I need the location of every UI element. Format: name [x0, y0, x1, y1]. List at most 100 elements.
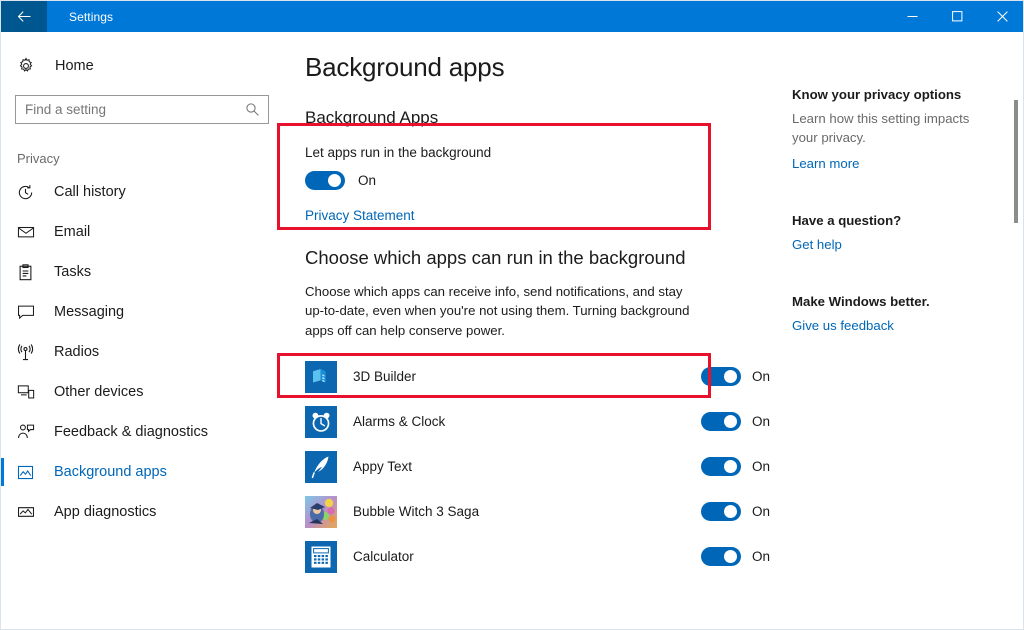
settings-window: Settings: [0, 0, 1024, 630]
toggle-knob: [328, 174, 341, 187]
sidebar-item-feedback-diagnostics[interactable]: Feedback & diagnostics: [1, 412, 291, 452]
minimize-button[interactable]: [890, 1, 935, 32]
sidebar-item-label: Radios: [54, 344, 99, 360]
app-name: Appy Text: [353, 459, 412, 474]
app-row-3d-builder[interactable]: 3D Builder On: [291, 354, 786, 399]
right-panel-body: Learn how this setting impacts your priv…: [792, 110, 987, 147]
sidebar-item-app-diagnostics[interactable]: App diagnostics: [1, 492, 291, 532]
window-title: Settings: [69, 10, 113, 24]
app-name: Bubble Witch 3 Saga: [353, 504, 479, 519]
right-panel-block-privacy: Know your privacy options Learn how this…: [792, 87, 1011, 173]
toggle-knob: [724, 370, 737, 383]
app-toggle-wrap: On: [701, 502, 774, 521]
sidebar-item-label: Other devices: [54, 384, 143, 400]
sidebar-item-label: Background apps: [54, 464, 167, 480]
right-panel-heading: Make Windows better.: [792, 294, 1011, 309]
app-name: Calculator: [353, 549, 414, 564]
sidebar-item-label: Call history: [54, 184, 126, 200]
app-name: 3D Builder: [353, 369, 416, 384]
sidebar-item-other-devices[interactable]: Other devices: [1, 372, 291, 412]
right-panel-block-question: Have a question? Get help: [792, 213, 1011, 254]
app-toggle-alarms-clock[interactable]: [701, 412, 741, 431]
search-box[interactable]: [15, 95, 269, 124]
app-toggle-state: On: [752, 459, 774, 474]
sidebar-category-label: Privacy: [17, 151, 291, 166]
let-apps-run-toggle-row: On: [305, 171, 786, 190]
right-panel-block-feedback: Make Windows better. Give us feedback: [792, 294, 1011, 335]
back-arrow-icon: [17, 9, 32, 24]
sidebar-item-label: Messaging: [54, 304, 124, 320]
sidebar-item-radios[interactable]: Radios: [1, 332, 291, 372]
gear-icon: [17, 57, 39, 75]
toggle-knob: [724, 415, 737, 428]
let-apps-run-label: Let apps run in the background: [305, 145, 786, 160]
app-name: Alarms & Clock: [353, 414, 445, 429]
maximize-icon: [952, 11, 963, 22]
sidebar-item-tasks[interactable]: Tasks: [1, 252, 291, 292]
sidebar-item-label: App diagnostics: [54, 504, 156, 520]
sidebar-item-email[interactable]: Email: [1, 212, 291, 252]
toggle-knob: [724, 505, 737, 518]
app-row-appy-text[interactable]: Appy Text On: [291, 444, 786, 489]
person-feedback-icon: [17, 422, 39, 442]
back-button[interactable]: [1, 1, 47, 32]
sidebar: Home Privacy: [1, 32, 291, 630]
choose-apps-description: Choose which apps can receive info, send…: [305, 282, 705, 340]
right-panel-heading: Have a question?: [792, 213, 1011, 228]
sidebar-item-background-apps[interactable]: Background apps: [1, 452, 291, 492]
app-row-alarms-clock[interactable]: Alarms & Clock On: [291, 399, 786, 444]
title-bar: Settings: [1, 1, 1024, 32]
app-toggle-state: On: [752, 414, 774, 429]
give-us-feedback-link[interactable]: Give us feedback: [792, 318, 894, 333]
background-apps-icon: [17, 462, 39, 482]
section-heading-choose-apps: Choose which apps can run in the backgro…: [305, 247, 786, 269]
app-row-bubble-witch-3-saga[interactable]: Bubble Witch 3 Saga On: [291, 489, 786, 534]
3d-builder-icon: [305, 361, 337, 393]
minimize-icon: [907, 11, 918, 22]
background-apps-list: 3D Builder On: [291, 354, 786, 579]
app-toggle-state: On: [752, 369, 774, 384]
sidebar-item-home[interactable]: Home: [1, 50, 291, 82]
right-panel-heading: Know your privacy options: [792, 87, 1011, 102]
app-row-calculator[interactable]: Calculator On: [291, 534, 786, 579]
alarms-clock-icon: [305, 406, 337, 438]
app-toggle-wrap: On: [701, 412, 774, 431]
maximize-button[interactable]: [935, 1, 980, 32]
window-controls: [890, 1, 1024, 32]
sidebar-item-call-history[interactable]: Call history: [1, 172, 291, 212]
app-toggle-state: On: [752, 549, 774, 564]
sidebar-item-messaging[interactable]: Messaging: [1, 292, 291, 332]
app-toggle-calculator[interactable]: [701, 547, 741, 566]
privacy-statement-link[interactable]: Privacy Statement: [305, 208, 415, 223]
close-icon: [997, 11, 1008, 22]
app-toggle-bubble-witch-3-saga[interactable]: [701, 502, 741, 521]
search-input[interactable]: [16, 96, 231, 123]
vertical-scrollbar[interactable]: [1009, 32, 1023, 630]
main-content: Background apps Background Apps Let apps…: [291, 32, 786, 630]
scrollbar-thumb[interactable]: [1014, 100, 1018, 223]
toggle-knob: [724, 550, 737, 563]
clipboard-icon: [17, 262, 39, 282]
let-apps-run-toggle[interactable]: [305, 171, 345, 190]
get-help-link[interactable]: Get help: [792, 237, 842, 252]
close-button[interactable]: [980, 1, 1024, 32]
calculator-icon: [305, 541, 337, 573]
learn-more-link[interactable]: Learn more: [792, 156, 859, 171]
sidebar-home-label: Home: [55, 58, 94, 74]
envelope-icon: [17, 222, 39, 242]
sidebar-item-label: Tasks: [54, 264, 91, 280]
app-diagnostics-icon: [17, 502, 39, 522]
app-toggle-appy-text[interactable]: [701, 457, 741, 476]
search-icon: [245, 102, 260, 122]
call-history-icon: [17, 182, 39, 202]
devices-icon: [17, 382, 39, 402]
bubble-witch-icon: [305, 496, 337, 528]
radio-tower-icon: [17, 342, 39, 362]
app-toggle-wrap: On: [701, 547, 774, 566]
speech-bubble-icon: [17, 302, 39, 322]
sidebar-item-label: Email: [54, 224, 90, 240]
sidebar-item-label: Feedback & diagnostics: [54, 424, 208, 440]
app-toggle-3d-builder[interactable]: [701, 367, 741, 386]
related-settings-panel: Know your privacy options Learn how this…: [786, 32, 1011, 630]
let-apps-run-toggle-state: On: [358, 173, 376, 188]
